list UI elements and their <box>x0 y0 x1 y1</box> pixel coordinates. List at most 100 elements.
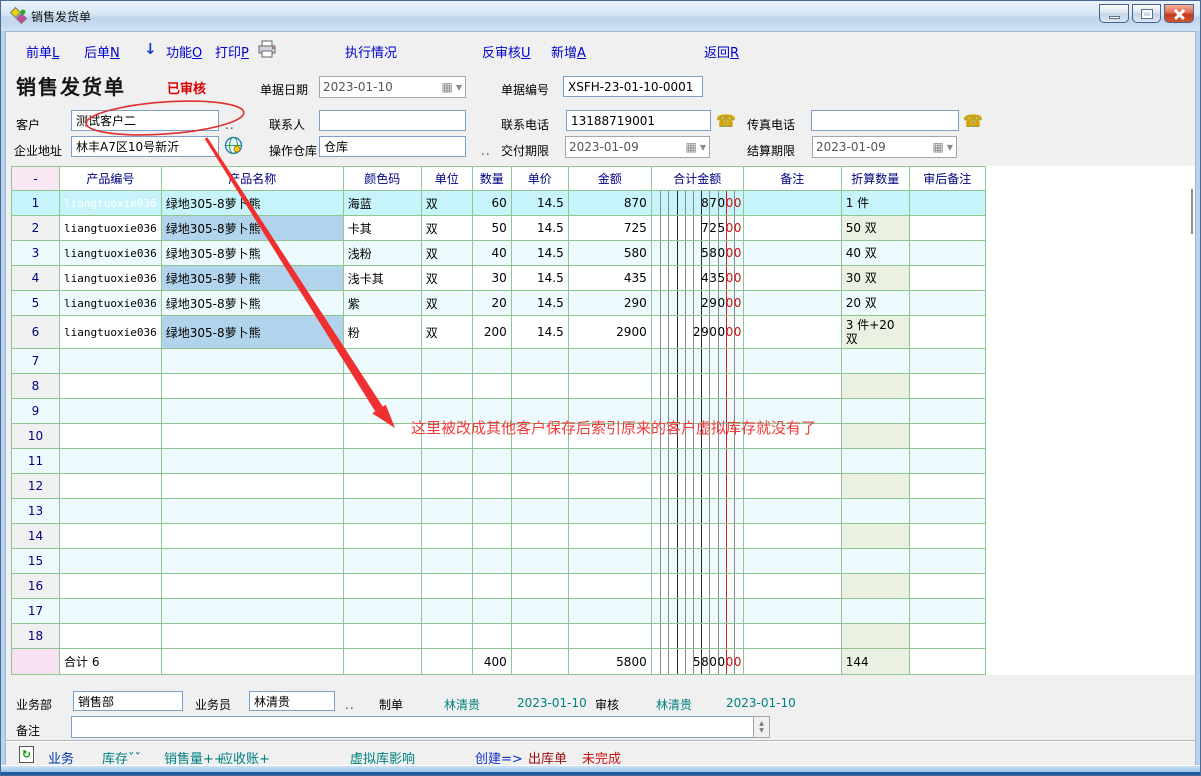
cell-post-audit-note[interactable] <box>909 216 985 241</box>
cell-quantity[interactable]: 50 <box>472 216 511 241</box>
cell-unit[interactable]: 双 <box>421 266 472 291</box>
cell-product-name[interactable] <box>161 574 343 599</box>
cell-total-amount[interactable] <box>651 374 743 399</box>
cell-unit[interactable] <box>421 499 472 524</box>
cell-unit-price[interactable]: 14.5 <box>511 191 568 216</box>
cell-product-code[interactable]: liangtuoxie036 <box>60 191 162 216</box>
cell-color-code[interactable] <box>343 499 421 524</box>
cell-color-code[interactable] <box>343 574 421 599</box>
cell-amount[interactable] <box>568 474 651 499</box>
calendar-icon[interactable]: ▦ <box>933 140 944 154</box>
cell-post-audit-note[interactable] <box>909 524 985 549</box>
cell-unit-price[interactable] <box>511 549 568 574</box>
cell-note[interactable] <box>743 374 841 399</box>
cell-converted-qty[interactable] <box>841 599 909 624</box>
cell-converted-qty[interactable]: 30 双 <box>841 266 909 291</box>
doc-date-combo[interactable]: 2023-01-10 ▦▼ <box>319 76 466 98</box>
cell-unit[interactable]: 双 <box>421 316 472 349</box>
calendar-icon[interactable]: ▦ <box>686 140 697 154</box>
cell-color-code[interactable] <box>343 474 421 499</box>
column-header-amount[interactable]: 金额 <box>568 167 651 191</box>
cell-converted-qty[interactable]: 1 件 <box>841 191 909 216</box>
cell-note[interactable] <box>743 316 841 349</box>
cell-unit-price[interactable]: 14.5 <box>511 316 568 349</box>
column-header-quantity[interactable]: 数量 <box>472 167 511 191</box>
cell-quantity[interactable]: 40 <box>472 241 511 266</box>
cell-product-code[interactable] <box>60 574 162 599</box>
cell-unit[interactable] <box>421 474 472 499</box>
cell-total-amount[interactable]: 58000 <box>651 241 743 266</box>
cell-total-amount[interactable] <box>651 524 743 549</box>
cell-amount[interactable] <box>568 624 651 649</box>
cell-amount[interactable]: 2900 <box>568 316 651 349</box>
cell-product-name[interactable]: 绿地305-8萝卜熊 <box>161 191 343 216</box>
cell-amount[interactable]: 435 <box>568 266 651 291</box>
cell-color-code[interactable] <box>343 549 421 574</box>
cell-post-audit-note[interactable] <box>909 499 985 524</box>
toolbar-link-prev-doc[interactable]: 前单L <box>26 42 59 61</box>
cell-row-no[interactable]: 10 <box>12 424 60 449</box>
cell-color-code[interactable] <box>343 524 421 549</box>
toolbar-link-return[interactable]: 返回R <box>704 42 739 61</box>
cell-quantity[interactable]: 20 <box>472 291 511 316</box>
cell-post-audit-note[interactable] <box>909 266 985 291</box>
cell-row-no[interactable]: 13 <box>12 499 60 524</box>
cell-product-code[interactable] <box>60 524 162 549</box>
cell-amount[interactable]: 870 <box>568 191 651 216</box>
cell-row-no[interactable]: 7 <box>12 349 60 374</box>
column-header-unit-price[interactable]: 单价 <box>511 167 568 191</box>
cell-amount[interactable]: 580 <box>568 241 651 266</box>
minimize-button[interactable] <box>1099 4 1129 23</box>
cell-total-amount[interactable] <box>651 474 743 499</box>
cell-post-audit-note[interactable] <box>909 191 985 216</box>
refresh-doc-icon[interactable]: ↻ <box>19 746 34 763</box>
cell-color-code[interactable] <box>343 624 421 649</box>
address-input[interactable] <box>71 136 219 157</box>
calendar-icon[interactable]: ▦ <box>442 80 453 94</box>
close-button[interactable] <box>1164 4 1194 23</box>
cell-quantity[interactable]: 30 <box>472 266 511 291</box>
chevron-down-icon[interactable]: ▼ <box>456 83 462 92</box>
cell-post-audit-note[interactable] <box>909 399 985 424</box>
cell-product-name[interactable] <box>161 499 343 524</box>
cell-amount[interactable] <box>568 549 651 574</box>
cell-quantity[interactable] <box>472 474 511 499</box>
cell-row-no[interactable]: 18 <box>12 624 60 649</box>
cell-row-no[interactable]: 11 <box>12 449 60 474</box>
cell-total-amount[interactable]: 290000 <box>651 316 743 349</box>
cell-note[interactable] <box>743 574 841 599</box>
cell-product-name[interactable] <box>161 474 343 499</box>
globe-icon[interactable] <box>224 136 243 155</box>
cell-quantity[interactable] <box>472 524 511 549</box>
cell-unit[interactable]: 双 <box>421 216 472 241</box>
cell-product-code[interactable] <box>60 449 162 474</box>
cell-product-code[interactable]: liangtuoxie036 <box>60 316 162 349</box>
toolbar-link-next-doc[interactable]: 后单N <box>84 42 120 61</box>
cell-color-code[interactable]: 卡其 <box>343 216 421 241</box>
spinner-up-icon[interactable]: ▲ <box>759 720 764 727</box>
toolbar-link-execution-status[interactable]: 执行情况 <box>345 42 397 61</box>
cell-converted-qty[interactable] <box>841 624 909 649</box>
column-header-product-name[interactable]: 产品名称 <box>161 167 343 191</box>
cell-row-no[interactable]: 5 <box>12 291 60 316</box>
cell-unit-price[interactable]: 14.5 <box>511 291 568 316</box>
contact-input[interactable] <box>319 110 466 131</box>
cell-note[interactable] <box>743 449 841 474</box>
chevron-down-icon[interactable]: ▼ <box>947 143 953 152</box>
cell-quantity[interactable]: 60 <box>472 191 511 216</box>
cell-color-code[interactable] <box>343 374 421 399</box>
cell-post-audit-note[interactable] <box>909 374 985 399</box>
cell-row-no[interactable]: 15 <box>12 549 60 574</box>
cell-product-name[interactable] <box>161 374 343 399</box>
cell-total-amount[interactable] <box>651 499 743 524</box>
salesman-lookup-button[interactable]: .. <box>345 698 355 712</box>
cell-unit-price[interactable] <box>511 524 568 549</box>
cell-quantity[interactable]: 200 <box>472 316 511 349</box>
warehouse-lookup-button[interactable]: .. <box>481 144 491 158</box>
cell-row-no[interactable]: 14 <box>12 524 60 549</box>
cell-total-amount[interactable]: 72500 <box>651 216 743 241</box>
cell-quantity[interactable] <box>472 549 511 574</box>
cell-note[interactable] <box>743 524 841 549</box>
cell-product-code[interactable] <box>60 599 162 624</box>
cell-total-amount[interactable] <box>651 574 743 599</box>
